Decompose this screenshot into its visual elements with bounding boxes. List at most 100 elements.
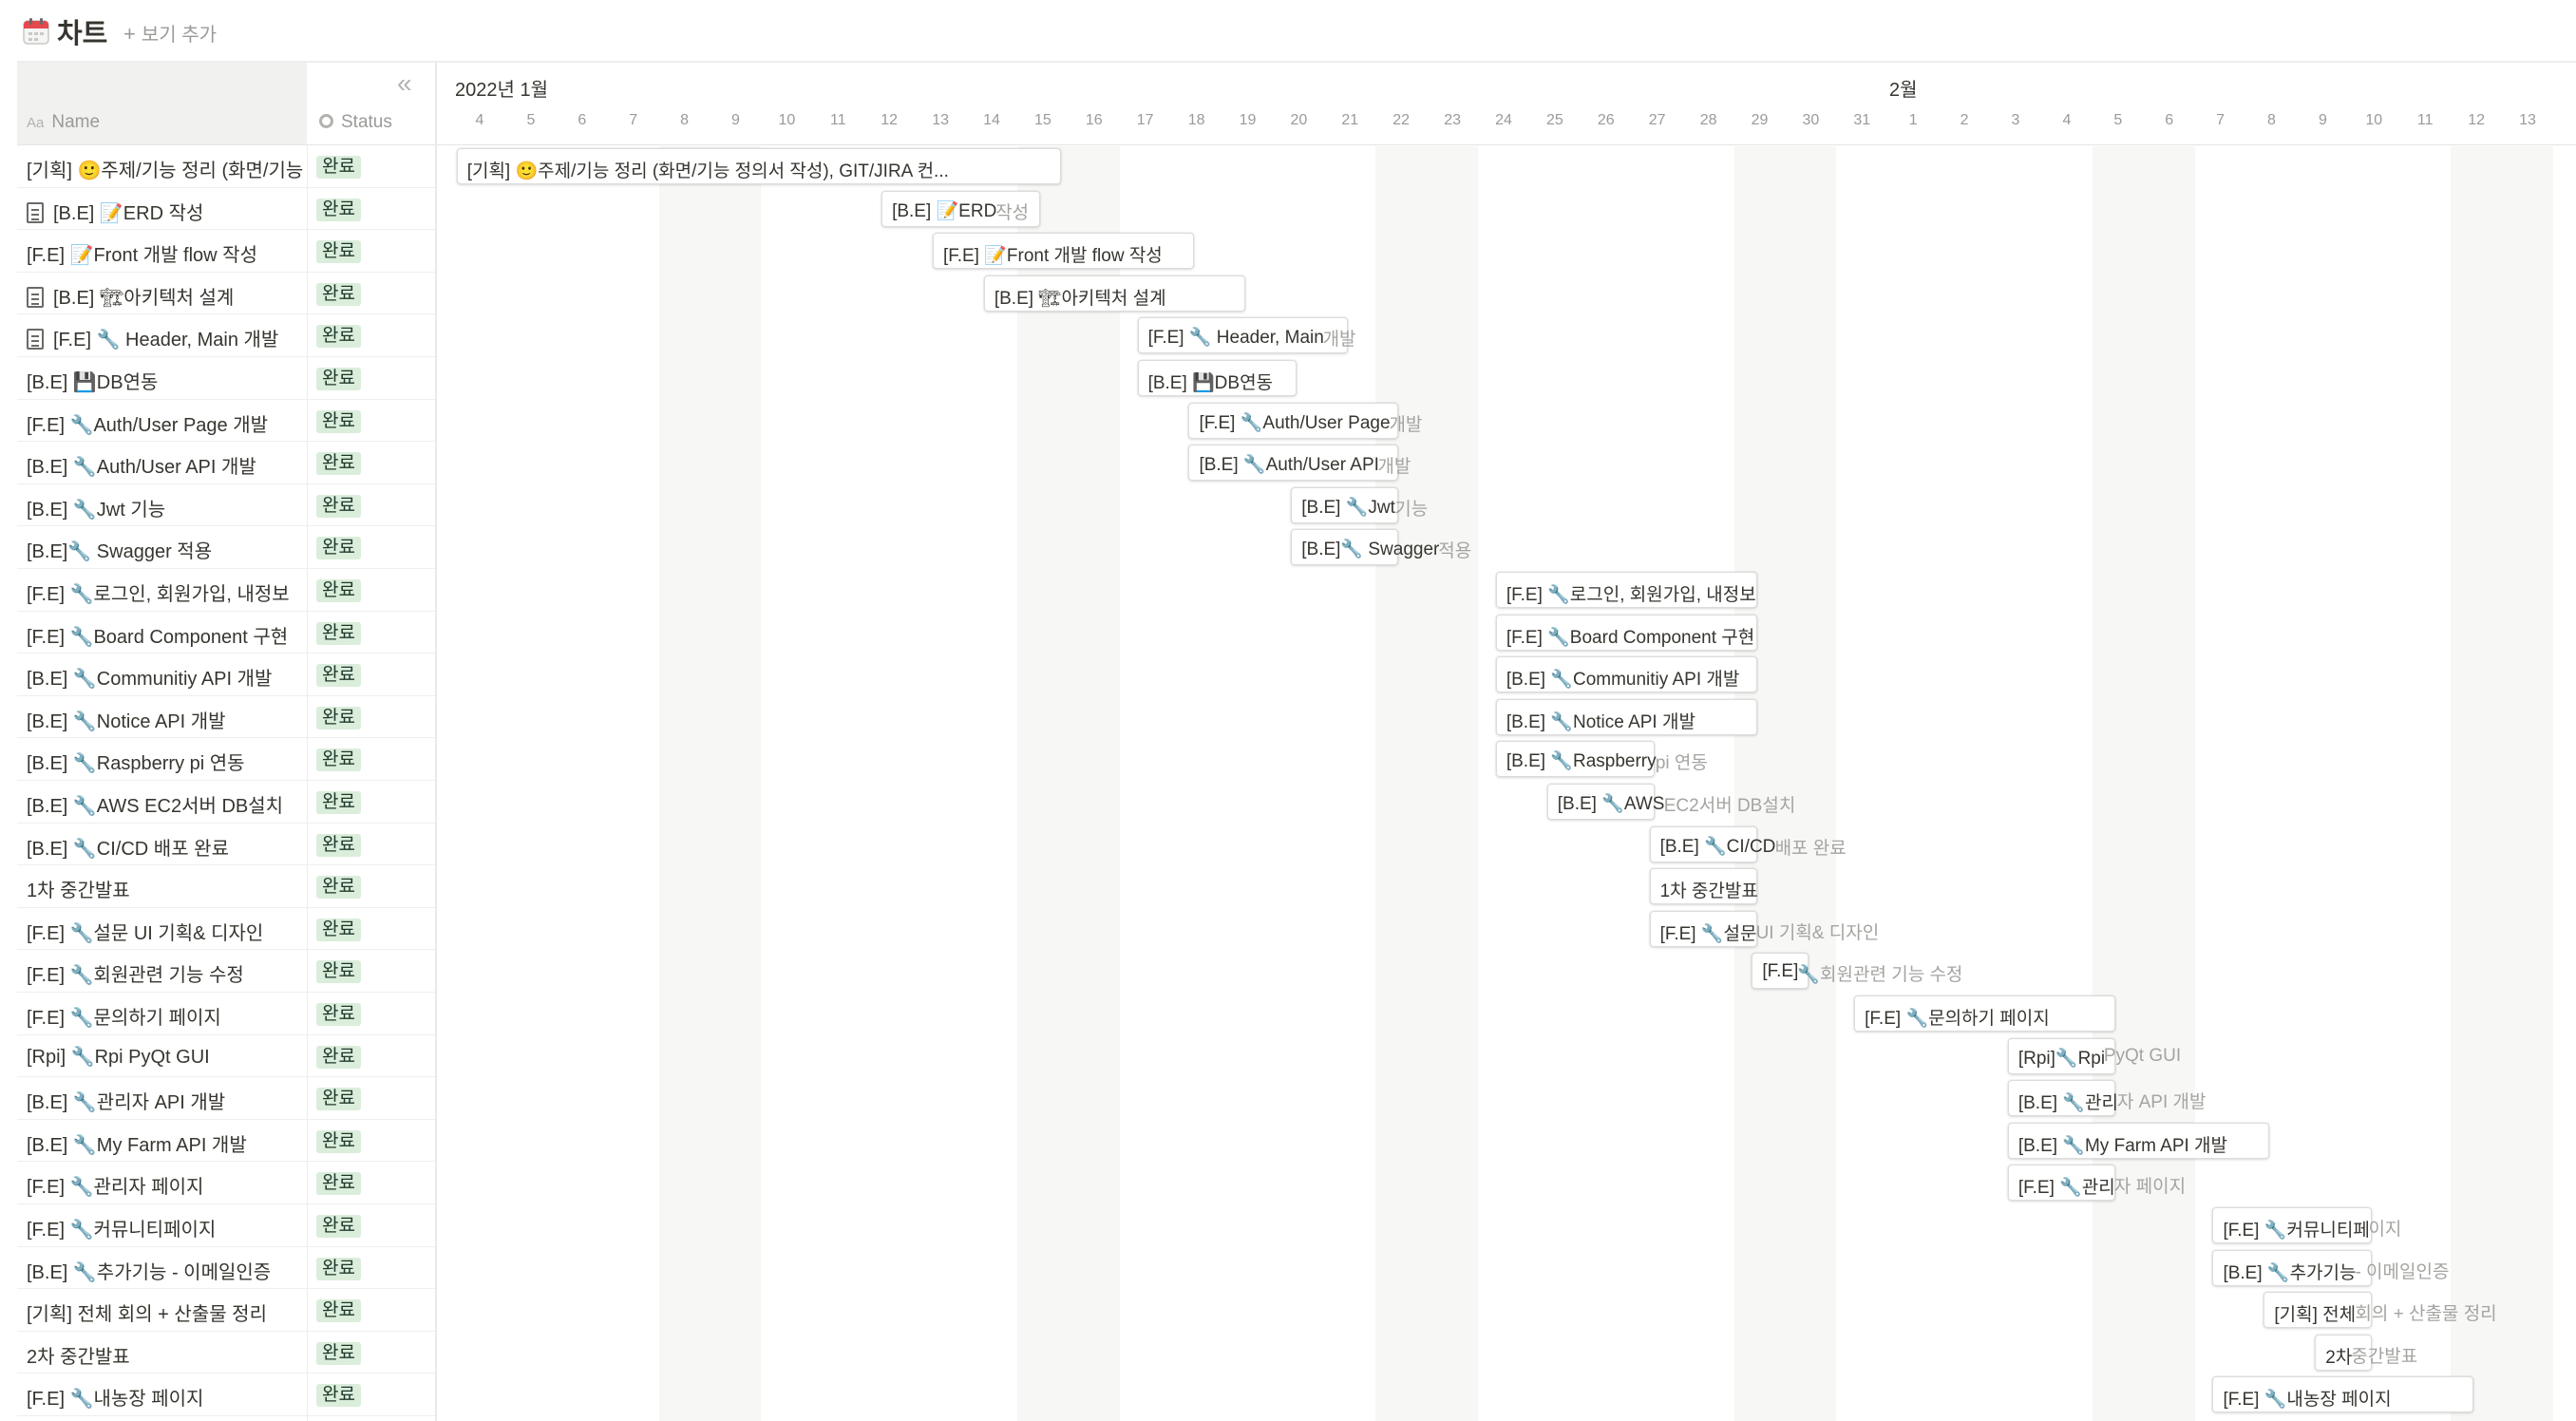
task-name[interactable]: [B.E] 💾DB연동 bbox=[27, 367, 304, 394]
table-row[interactable]: 2차 중간발표 완료 bbox=[17, 1332, 435, 1374]
table-row[interactable]: [B.E] 📝ERD 작성 완료 bbox=[17, 188, 435, 231]
table-row[interactable]: [F.E] 🔧문의하기 페이지 완료 bbox=[17, 993, 435, 1035]
status-badge[interactable]: 완료 bbox=[316, 748, 361, 772]
task-name[interactable]: [B.E] 🏗아키텍처 설계 bbox=[27, 282, 304, 310]
timeline-bar[interactable]: [F.E] 🔧커뮤니티페 bbox=[2212, 1207, 2372, 1243]
table-row[interactable]: [B.E] 🔧Jwt 기능 완료 bbox=[17, 484, 435, 527]
timeline-bar[interactable]: [B.E] 🔧CI/CD bbox=[1649, 825, 1775, 862]
timeline-bar[interactable]: [B.E]🔧 Swagger bbox=[1291, 529, 1439, 566]
task-name[interactable]: [B.E] 🔧Jwt 기능 bbox=[27, 494, 304, 521]
table-row[interactable]: [B.E] 🔧AWS EC2서버 DB설치 완료 bbox=[17, 781, 435, 824]
table-row[interactable]: [기획] 전체 회의 + 산출물 정리 완료 bbox=[17, 1289, 435, 1332]
table-row[interactable]: [B.E] 🏗아키텍처 설계 완료 bbox=[17, 273, 435, 315]
status-badge[interactable]: 완료 bbox=[316, 1341, 361, 1365]
status-badge[interactable]: 완료 bbox=[316, 706, 361, 729]
table-row[interactable]: [B.E] 🔧My Farm API 개발 완료 bbox=[17, 1120, 435, 1163]
task-name[interactable]: [기획] 🙂주제/기능 정리 (화면/기능 정의서 작성), GIT/JIRA … bbox=[27, 155, 304, 182]
task-name[interactable]: [F.E] 🔧커뮤니티페이지 bbox=[27, 1214, 304, 1241]
add-view-button[interactable]: + 보기 추가 bbox=[123, 19, 217, 47]
timeline-bar[interactable]: [B.E] 🏗아키텍처 설계 bbox=[983, 275, 1245, 312]
timeline-bar[interactable]: [기획] 🙂주제/기능 정리 (화면/기능 정의서 작성), GIT/JIRA … bbox=[456, 148, 1061, 184]
status-badge[interactable]: 완료 bbox=[316, 918, 361, 941]
column-header-name[interactable]: Aa Name bbox=[27, 112, 100, 133]
task-name[interactable]: 2차 중간발표 bbox=[27, 1341, 304, 1369]
status-badge[interactable]: 완료 bbox=[316, 198, 361, 221]
status-badge[interactable]: 완료 bbox=[316, 1257, 361, 1280]
timeline-bar[interactable]: [B.E] 🔧My Farm API 개발 bbox=[2007, 1122, 2269, 1159]
status-badge[interactable]: 완료 bbox=[316, 282, 361, 306]
timeline-bar[interactable]: [F.E] 🔧관리 bbox=[2007, 1165, 2116, 1202]
status-badge[interactable]: 완료 bbox=[316, 1384, 361, 1408]
status-badge[interactable]: 완료 bbox=[316, 1003, 361, 1026]
task-name[interactable]: [B.E] 🔧관리자 API 개발 bbox=[27, 1087, 304, 1114]
status-badge[interactable]: 완료 bbox=[316, 409, 361, 433]
timeline-bar[interactable]: [B.E] 🔧Auth/User API bbox=[1188, 445, 1399, 482]
status-badge[interactable]: 완료 bbox=[316, 537, 361, 560]
task-name[interactable]: [B.E] 🔧추가기능 - 이메일인증 bbox=[27, 1257, 304, 1284]
task-name[interactable]: [F.E] 📝Front 개발 flow 작성 bbox=[27, 239, 304, 267]
timeline-bar[interactable]: [B.E] 🔧Raspberry bbox=[1495, 741, 1657, 778]
task-name[interactable]: [F.E] 🔧관리자 페이지 bbox=[27, 1171, 304, 1199]
timeline-bar[interactable]: [B.E] 🔧Communitiy API 개발 bbox=[1495, 656, 1757, 693]
timeline-bar[interactable]: [Rpi]🔧Rpi bbox=[2007, 1037, 2116, 1074]
timeline-bar[interactable]: [F.E] 🔧로그인, 회원가입, 내정보 bbox=[1495, 572, 1757, 608]
status-badge[interactable]: 완료 bbox=[316, 791, 361, 814]
task-name[interactable]: [F.E] 🔧Board Component 구현 bbox=[27, 621, 304, 649]
task-name[interactable]: [F.E] 🔧Auth/User Page 개발 bbox=[27, 409, 304, 437]
timeline-bar[interactable]: [F.E] 🔧Auth/User Page bbox=[1188, 402, 1399, 439]
table-row[interactable]: [B.E] 🔧추가기능 - 이메일인증 완료 bbox=[17, 1247, 435, 1290]
status-badge[interactable]: 완료 bbox=[316, 1299, 361, 1323]
table-row[interactable]: [F.E] 🔧관리자 페이지 완료 bbox=[17, 1162, 435, 1204]
task-name[interactable]: [F.E] 🔧내농장 페이지 bbox=[27, 1383, 304, 1411]
task-name[interactable]: [F.E] 🔧문의하기 페이지 bbox=[27, 1002, 304, 1030]
column-header-status[interactable]: Status bbox=[319, 112, 392, 133]
table-row[interactable]: [F.E] 🔧로그인, 회원가입, 내정보 완료 bbox=[17, 569, 435, 612]
timeline-bar[interactable]: [F.E] 🔧설문 bbox=[1649, 910, 1757, 947]
timeline-bar[interactable]: [B.E] 🔧관리 bbox=[2007, 1080, 2118, 1117]
task-name[interactable]: [F.E] 🔧로그인, 회원가입, 내정보 bbox=[27, 578, 304, 606]
table-row[interactable]: [B.E] 💾DB연동 완료 bbox=[17, 357, 435, 400]
task-name[interactable]: [B.E] 📝ERD 작성 bbox=[27, 198, 304, 225]
timeline-bar[interactable]: [F.E] 🔧 Header, Main bbox=[1137, 317, 1348, 354]
timeline-bar[interactable]: [F.E] 🔧Board Component 구현 bbox=[1495, 614, 1757, 651]
status-badge[interactable]: 완료 bbox=[316, 664, 361, 688]
table-row[interactable]: [B.E] 🔧관리자 API 개발 완료 bbox=[17, 1077, 435, 1120]
table-row[interactable]: [Rpi] 🔧Rpi PyQt GUI 완료 bbox=[17, 1035, 435, 1078]
task-name[interactable]: [F.E] 🔧회원관련 기능 수정 bbox=[27, 959, 304, 987]
task-name[interactable]: [B.E] 🔧Communitiy API 개발 bbox=[27, 663, 304, 691]
status-badge[interactable]: 완료 bbox=[316, 1129, 361, 1153]
table-row[interactable]: [F.E] 🔧설문 UI 기획& 디자인 완료 bbox=[17, 908, 435, 951]
table-row[interactable]: [F.E] 🔧Board Component 구현 완료 bbox=[17, 612, 435, 654]
timeline-bar[interactable]: [F.E] 📝Front 개발 flow 작성 bbox=[932, 233, 1194, 270]
status-badge[interactable]: 완료 bbox=[316, 1088, 361, 1111]
table-row[interactable]: [B.E]🔧 Swagger 적용 완료 bbox=[17, 526, 435, 569]
task-name[interactable]: [F.E] 🔧설문 UI 기획& 디자인 bbox=[27, 918, 304, 945]
table-row[interactable]: [F.E] 🔧 Header, Main 개발 완료 bbox=[17, 314, 435, 357]
status-badge[interactable]: 완료 bbox=[316, 1215, 361, 1238]
table-row[interactable]: [F.E] 📝Front 개발 flow 작성 완료 bbox=[17, 230, 435, 273]
task-name[interactable]: [F.E] 🔧 Header, Main 개발 bbox=[27, 324, 304, 351]
table-row[interactable]: [B.E] 🔧Auth/User API 개발 완료 bbox=[17, 442, 435, 484]
table-row[interactable]: [F.E] 🔧커뮤니티페이지 완료 bbox=[17, 1204, 435, 1247]
table-row[interactable]: [F.E] 🔧Auth/User Page 개발 완료 bbox=[17, 400, 435, 443]
status-badge[interactable]: 완료 bbox=[316, 960, 361, 984]
task-name[interactable]: [B.E] 🔧Auth/User API 개발 bbox=[27, 451, 304, 479]
table-row[interactable]: [F.E] 🔧회원관련 기능 수정 완료 bbox=[17, 950, 435, 993]
status-badge[interactable]: 완료 bbox=[316, 579, 361, 602]
status-badge[interactable]: 완료 bbox=[316, 833, 361, 857]
task-name[interactable]: [B.E]🔧 Swagger 적용 bbox=[27, 536, 304, 563]
task-name[interactable]: 1차 중간발표 bbox=[27, 875, 304, 902]
timeline-bar[interactable]: [B.E] 🔧추가기능 bbox=[2212, 1249, 2372, 1286]
table-row[interactable]: [B.E] 🔧Raspberry pi 연동 완료 bbox=[17, 738, 435, 781]
status-badge[interactable]: 완료 bbox=[316, 240, 361, 264]
task-name[interactable]: [B.E] 🔧CI/CD 배포 완료 bbox=[27, 833, 304, 861]
collapse-table-icon[interactable]: « bbox=[397, 68, 411, 99]
status-badge[interactable]: 완료 bbox=[316, 876, 361, 900]
table-row[interactable]: 1차 중간발표 완료 bbox=[17, 865, 435, 908]
status-badge[interactable]: 완료 bbox=[316, 621, 361, 645]
timeline-bar[interactable]: [B.E] 💾DB연동 bbox=[1137, 360, 1297, 396]
status-badge[interactable]: 완료 bbox=[316, 368, 361, 390]
table-row[interactable]: [기획] 🙂주제/기능 정리 (화면/기능 정의서 작성), GIT/JIRA … bbox=[17, 145, 435, 188]
task-name[interactable]: [B.E] 🔧Raspberry pi 연동 bbox=[27, 748, 304, 775]
timeline-bar[interactable]: [B.E] 🔧Jwt bbox=[1291, 486, 1399, 523]
